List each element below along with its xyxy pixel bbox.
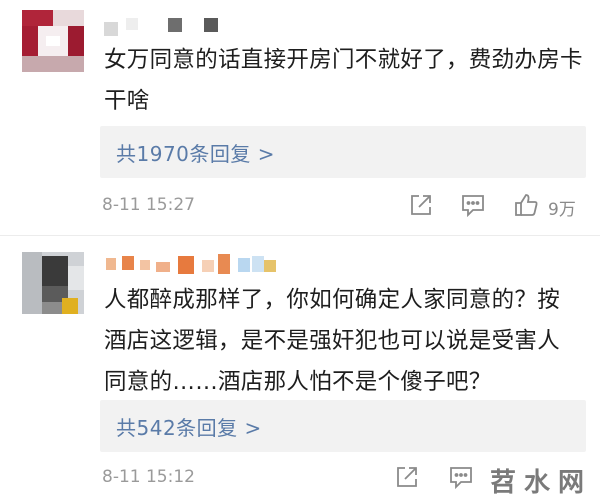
timestamp: 8-11 15:27 [102,195,195,215]
comment-1: 女万同意的话直接开房门不就好了，费劲办房卡干啥 共1970条回复 > 8-11 … [0,0,600,235]
username-blurred[interactable] [104,254,284,276]
replies-box[interactable]: 共542条回复 > [100,400,586,452]
comment-meta: 8-11 15:27 9万 [102,192,592,220]
like-count: 9万 [548,200,576,220]
comment-text: 女万同意的话直接开房门不就好了，费劲办房卡干啥 [104,47,583,114]
replies-link[interactable]: 共542条回复 > [116,412,262,441]
timestamp: 8-11 15:12 [102,467,195,487]
share-icon[interactable] [394,464,420,490]
replies-link[interactable]: 共1970条回复 > [116,138,275,167]
comment-text: 人都醉成那样了，你如何确定人家同意的？按酒店这逻辑，是不是强奸犯也可以说是受害人… [104,287,561,395]
share-icon[interactable] [408,192,434,218]
like-icon[interactable] [513,192,539,218]
avatar[interactable] [22,10,84,72]
watermark: 苕水网 [489,468,592,498]
replies-box[interactable]: 共1970条回复 > [100,126,586,178]
avatar[interactable] [22,252,84,314]
comment-icon[interactable] [448,464,474,490]
username-blurred[interactable] [104,16,234,38]
comment-icon[interactable] [460,192,486,218]
